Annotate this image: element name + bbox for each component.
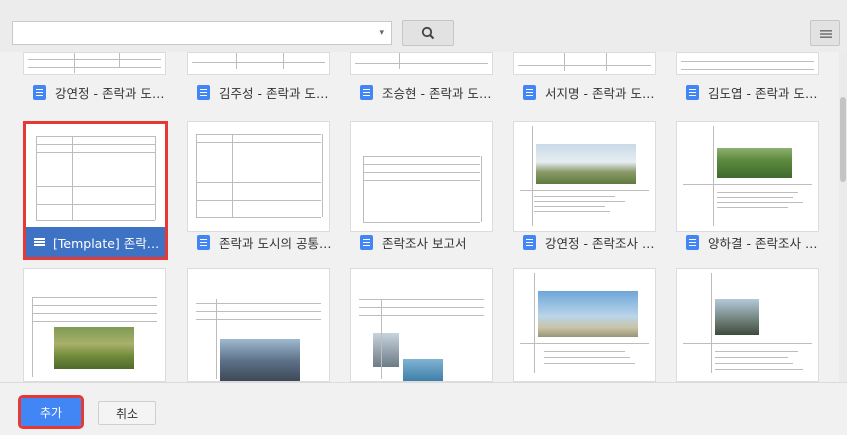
doc-title-row[interactable]: 강연정 - 존락과 도시... [33,79,168,105]
folder-select[interactable]: ▾ [12,21,392,45]
doc-thumbnail[interactable] [350,52,493,75]
sea-photo [403,359,443,381]
doc-thumbnail[interactable] [187,52,330,75]
doc-thumbnail[interactable] [187,268,330,382]
cancel-button[interactable]: 취소 [98,401,156,425]
doc-title-row[interactable]: 존락조사 보고서 [360,229,495,255]
doc-thumbnail[interactable] [350,121,493,232]
template-picker-dialog: ▾ 강연정 - 존락과 도시... 김주성 - 존락과 도시... 조승현 - … [0,0,847,435]
google-docs-icon [197,234,210,250]
google-docs-icon [197,84,210,100]
doc-title: 존락과 도시의 공통점... [219,235,332,251]
doc-title-row[interactable]: 서지명 - 존락과 도시... [523,79,658,105]
doc-thumbnail[interactable] [676,52,819,75]
doc-thumbnail[interactable] [187,121,330,232]
doc-card-selected[interactable]: [Template] 존락과 도... [23,121,168,260]
selected-title-bar: [Template] 존락과 도... [26,227,165,257]
chevron-down-icon: ▾ [379,28,384,38]
doc-title-row[interactable]: 존락과 도시의 공통점... [197,229,332,255]
google-docs-icon [523,84,536,100]
vertical-scrollbar[interactable] [839,52,847,382]
doc-title: 조승현 - 존락과 도시... [382,85,495,101]
google-docs-icon [34,237,45,247]
doc-title-row[interactable]: 강연정 - 존락조사 보... [523,229,658,255]
doc-thumbnail[interactable] [23,268,166,382]
search-button[interactable] [402,20,454,46]
doc-thumbnail[interactable] [513,268,656,382]
doc-thumbnail[interactable] [676,268,819,382]
list-view-icon [820,30,832,38]
document-grid: 강연정 - 존락과 도시... 김주성 - 존락과 도시... 조승현 - 존락… [0,52,847,382]
doc-thumbnail[interactable] [350,268,493,382]
google-docs-icon [523,234,536,250]
google-docs-icon [360,234,373,250]
list-view-button[interactable] [810,20,840,46]
doc-title: 김도엽 - 존락과 도시... [708,85,821,101]
google-docs-icon [686,84,699,100]
doc-thumbnail[interactable] [513,121,656,232]
toolbar: ▾ [0,0,847,52]
village-photo [54,327,134,369]
doc-title-row[interactable]: 양하결 - 존락조사 보... [686,229,821,255]
google-docs-icon [360,84,373,100]
harbor-photo [220,339,300,381]
add-button[interactable]: 추가 [18,395,84,429]
google-docs-icon [33,84,46,100]
doc-thumbnail[interactable] [513,52,656,75]
doc-title: [Template] 존락과 도... [53,235,165,251]
stone-pile-photo [715,299,759,335]
doc-title: 존락조사 보고서 [382,235,467,251]
doc-title: 강연정 - 존락과 도시... [55,85,168,101]
doc-title: 양하결 - 존락조사 보... [708,235,821,251]
doc-thumbnail[interactable] [23,52,166,75]
coast-photo [373,333,399,367]
field-photo [717,148,792,178]
doc-title: 김주성 - 존락과 도시... [219,85,332,101]
search-icon [421,26,435,40]
doc-thumbnail[interactable] [676,121,819,232]
doc-title: 강연정 - 존락조사 보... [545,235,658,251]
doc-title: 서지명 - 존락과 도시... [545,85,658,101]
google-docs-icon [686,234,699,250]
greenhouse-photo [536,144,636,184]
doc-title-row[interactable]: 김도엽 - 존락과 도시... [686,79,821,105]
windmill-photo [538,291,638,337]
doc-title-row[interactable]: 김주성 - 존락과 도시... [197,79,332,105]
scrollbar-thumb[interactable] [840,97,846,182]
doc-title-row[interactable]: 조승현 - 존락과 도시... [360,79,495,105]
